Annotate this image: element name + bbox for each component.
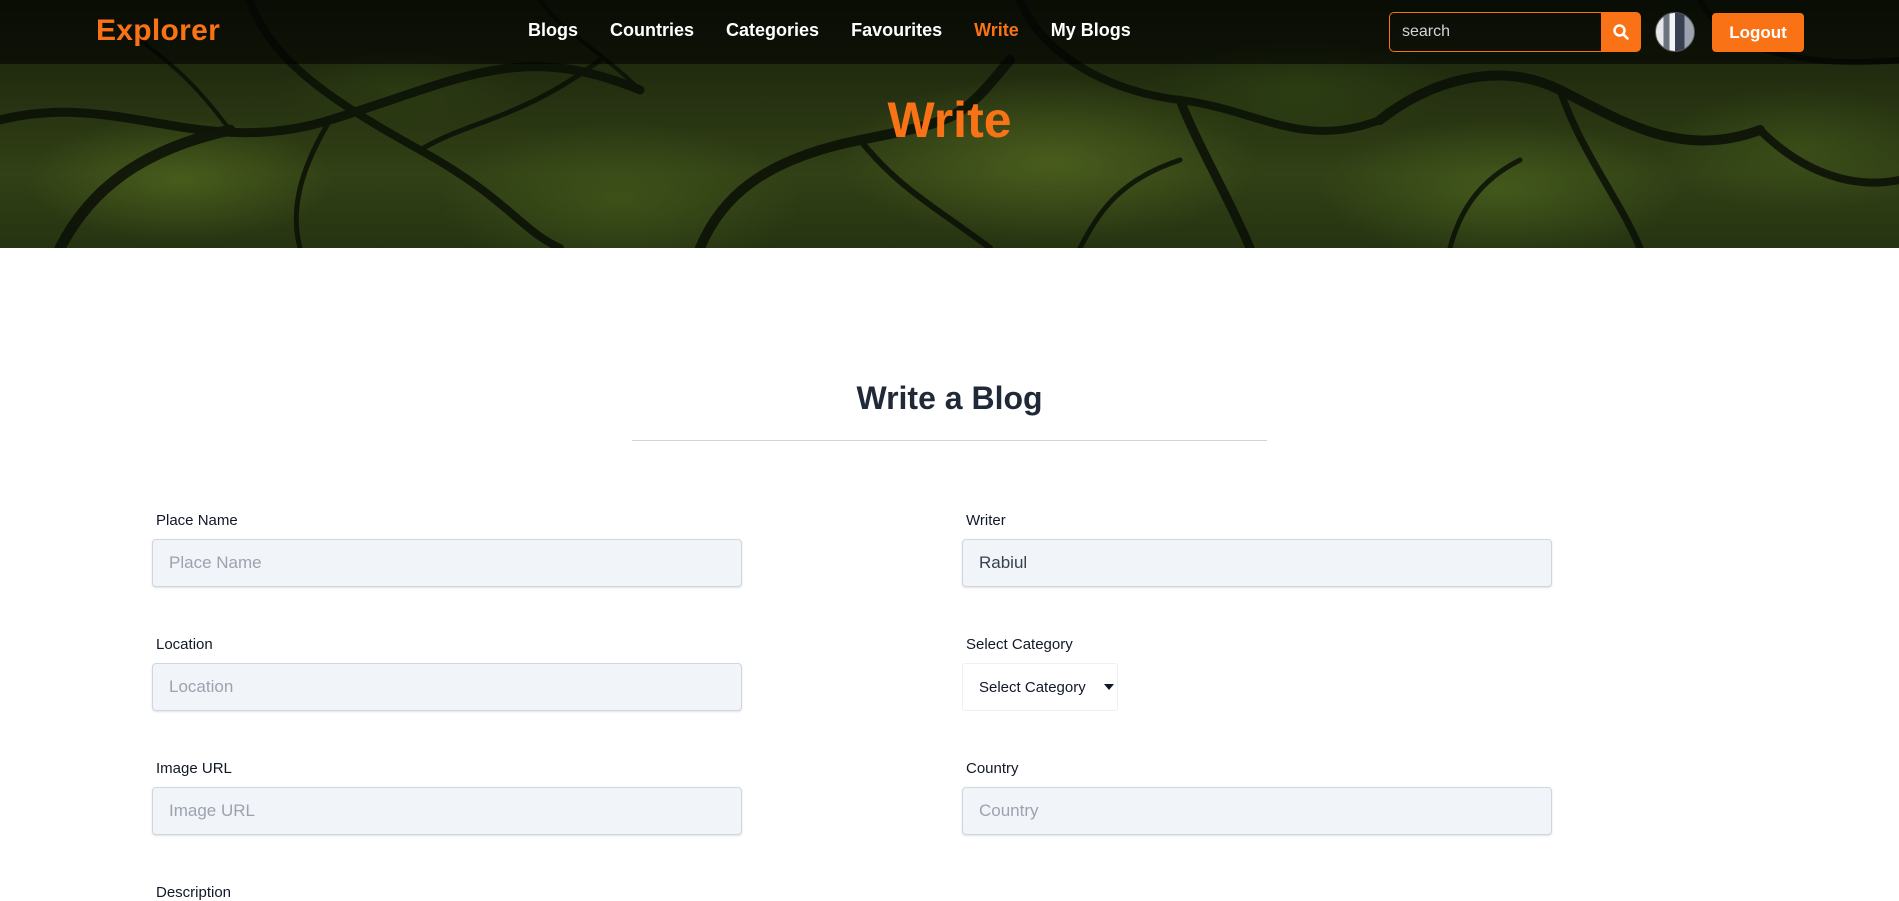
description-label: Description [156, 884, 232, 901]
page-title: Write [887, 92, 1012, 148]
country-input[interactable] [962, 787, 1552, 835]
search-icon [1613, 24, 1629, 40]
nav-link-favourites[interactable]: Favourites [851, 20, 942, 41]
place-name-input[interactable] [152, 539, 742, 587]
search-bar [1389, 12, 1641, 52]
country-label: Country [966, 760, 1019, 777]
form-heading: Write a Blog [856, 380, 1043, 416]
nav-link-write[interactable]: Write [974, 20, 1019, 41]
image-url-label: Image URL [156, 760, 232, 777]
category-select-value: Select Category [979, 678, 1086, 696]
nav-link-categories[interactable]: Categories [726, 20, 819, 41]
search-input[interactable] [1389, 12, 1601, 52]
category-label: Select Category [966, 636, 1073, 653]
nav-link-blogs[interactable]: Blogs [528, 20, 578, 41]
nav-link-my-blogs[interactable]: My Blogs [1051, 20, 1131, 41]
heading-divider [632, 440, 1267, 441]
search-button[interactable] [1601, 12, 1641, 52]
image-url-input[interactable] [152, 787, 742, 835]
site-logo[interactable]: Explorer [96, 14, 220, 48]
nav-link-countries[interactable]: Countries [610, 20, 694, 41]
writer-input[interactable] [962, 539, 1552, 587]
location-input[interactable] [152, 663, 742, 711]
user-avatar[interactable] [1655, 12, 1695, 52]
place-name-label: Place Name [156, 512, 238, 529]
logout-button[interactable]: Logout [1712, 13, 1804, 52]
caret-down-icon [1103, 684, 1114, 690]
location-label: Location [156, 636, 213, 653]
navbar: Explorer Blogs Countries Categories Favo… [0, 0, 1899, 64]
category-select[interactable]: Select Category [962, 663, 1118, 711]
writer-label: Writer [966, 512, 1006, 529]
nav-links: Blogs Countries Categories Favourites Wr… [528, 20, 1131, 41]
